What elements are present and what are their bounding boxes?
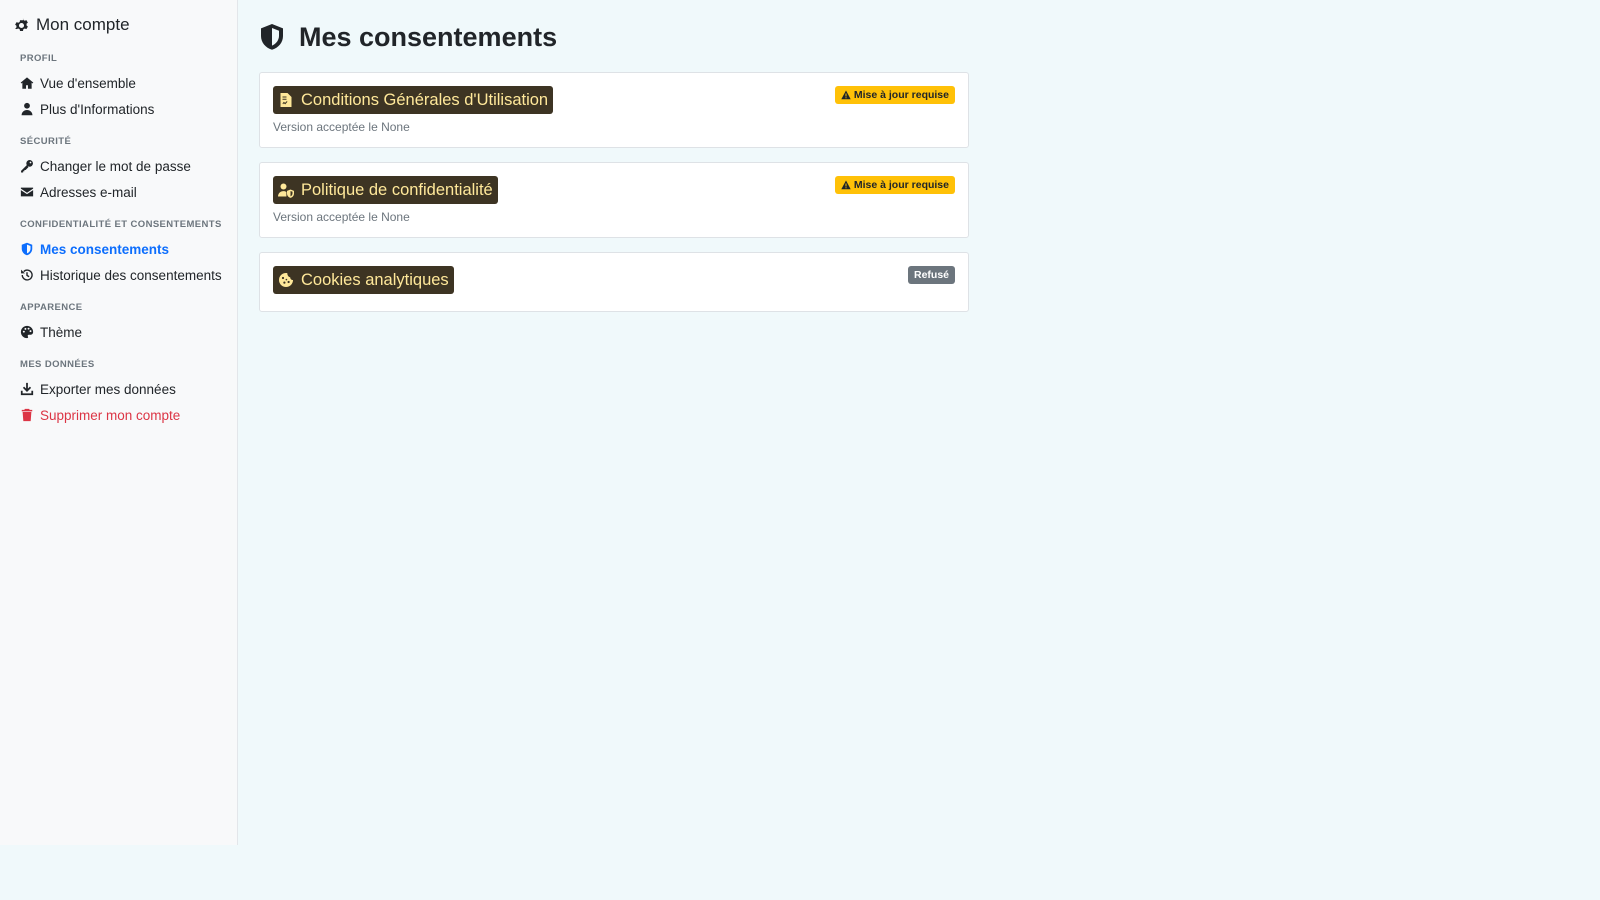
consent-card-title[interactable]: Cookies analytiques bbox=[273, 266, 454, 294]
consent-card-cgu: Conditions Générales d'Utilisation Versi… bbox=[259, 72, 969, 148]
sidebar-item-delete-account[interactable]: Supprimer mon compte bbox=[0, 402, 237, 428]
warning-icon bbox=[841, 180, 851, 190]
sidebar-title: Mon compte bbox=[36, 15, 130, 34]
sidebar: Mon compte PROFIL Vue d'ensemble Plus d'… bbox=[0, 0, 238, 845]
sidebar-item-export-data[interactable]: Exporter mes données bbox=[0, 376, 237, 402]
page-title-text: Mes consentements bbox=[299, 21, 558, 52]
sidebar-item-label: Plus d'Informations bbox=[40, 101, 155, 117]
trash-icon bbox=[21, 408, 33, 422]
sidebar-item-label: Mes consentements bbox=[40, 241, 170, 257]
consent-card-privacy: Politique de confidentialité Version acc… bbox=[259, 162, 969, 238]
consent-card-cookies: Cookies analytiques Refusé bbox=[259, 252, 969, 312]
download-icon bbox=[20, 382, 34, 396]
gear-icon bbox=[15, 17, 28, 31]
key-icon bbox=[21, 160, 33, 173]
sidebar-brand: Mon compte bbox=[0, 14, 237, 36]
sidebar-item-label: Supprimer mon compte bbox=[40, 407, 181, 423]
palette-icon bbox=[20, 325, 34, 339]
sidebar-item-label: Thème bbox=[40, 324, 83, 340]
cookie-icon bbox=[279, 273, 293, 287]
status-badge: Mise à jour requise bbox=[834, 86, 955, 104]
sidebar-item-label: Changer le mot de passe bbox=[40, 158, 191, 174]
shield-icon bbox=[261, 24, 283, 50]
user-shield-icon bbox=[278, 183, 294, 198]
sidebar-item-label: Historique des consentements bbox=[40, 267, 222, 283]
section-title-apparence: APPARENCE bbox=[20, 302, 83, 313]
sidebar-item-theme[interactable]: Thème bbox=[0, 319, 237, 345]
sidebar-item-consent-history[interactable]: Historique des consentements bbox=[0, 262, 237, 288]
status-badge: Refusé bbox=[907, 266, 955, 284]
file-contract-icon bbox=[280, 93, 292, 107]
page-title: Mes consentements bbox=[259, 18, 969, 56]
sidebar-item-overview[interactable]: Vue d'ensemble bbox=[0, 70, 237, 96]
consent-card-subtitle: Version acceptée le None bbox=[273, 210, 410, 224]
warning-icon bbox=[841, 90, 851, 100]
shield-icon bbox=[21, 242, 33, 256]
sidebar-item-my-consents[interactable]: Mes consentements bbox=[0, 236, 237, 262]
envelope-icon bbox=[20, 187, 34, 197]
consent-card-subtitle: Version acceptée le None bbox=[273, 120, 410, 134]
section-title-mes-donnees: MES DONNÉES bbox=[20, 359, 95, 370]
status-badge: Mise à jour requise bbox=[834, 176, 955, 194]
sidebar-item-email-addresses[interactable]: Adresses e-mail bbox=[0, 179, 237, 205]
section-title-profil: PROFIL bbox=[20, 53, 58, 64]
section-title-securite: SÉCURITÉ bbox=[20, 136, 72, 147]
section-title-confidentialite: CONFIDENTIALITÉ ET CONSENTEMENTS bbox=[20, 219, 222, 230]
consent-card-title[interactable]: Conditions Générales d'Utilisation bbox=[273, 86, 554, 114]
sidebar-item-label: Vue d'ensemble bbox=[40, 75, 136, 91]
sidebar-item-label: Exporter mes données bbox=[40, 381, 176, 397]
sidebar-item-change-password[interactable]: Changer le mot de passe bbox=[0, 153, 237, 179]
sidebar-item-more-info[interactable]: Plus d'Informations bbox=[0, 96, 237, 122]
user-icon bbox=[21, 102, 33, 116]
history-icon bbox=[21, 269, 33, 281]
consent-card-title[interactable]: Politique de confidentialité bbox=[273, 176, 498, 204]
main-content: Mes consentements Conditions Générales d… bbox=[259, 18, 969, 312]
sidebar-item-label: Adresses e-mail bbox=[40, 184, 137, 200]
home-icon bbox=[20, 77, 34, 89]
